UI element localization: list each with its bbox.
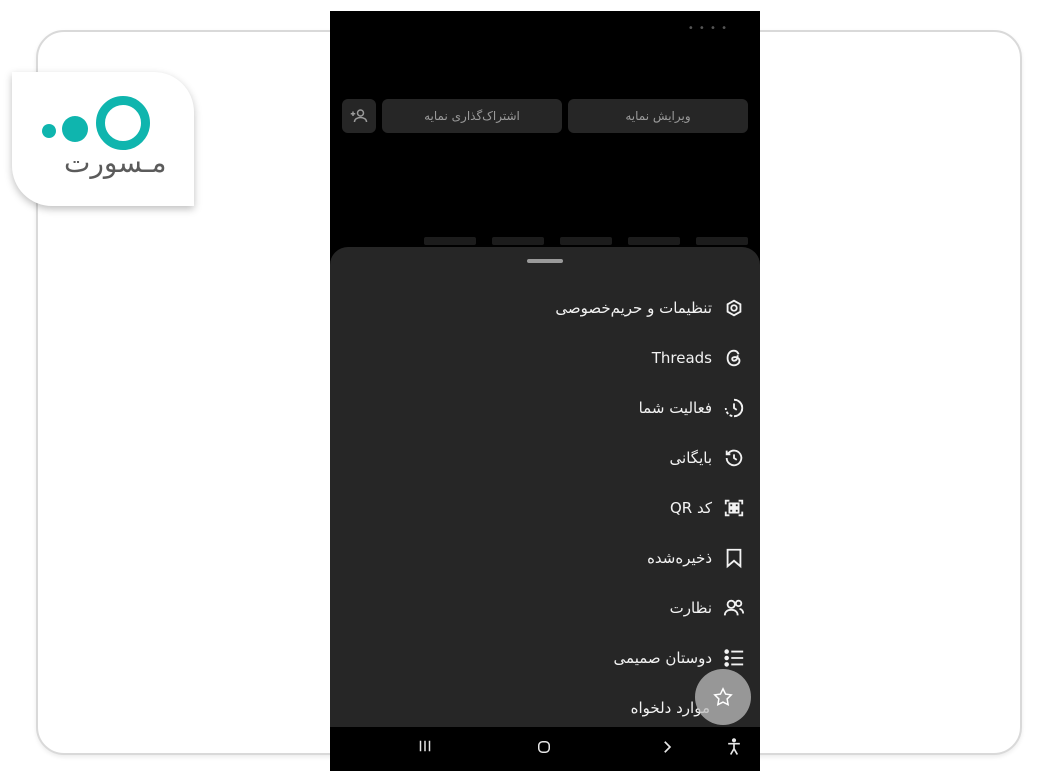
menu-item-label: بایگانی [669,449,712,467]
menu-item-settings[interactable]: تنظیمات و حریم‌خصوصی [555,293,746,323]
menu-item-label: ذخیره‌شده [647,549,712,567]
edit-profile-button[interactable]: ویرایش نمایه [568,99,748,133]
qr-code-icon [722,496,746,520]
supervision-icon [722,596,746,620]
menu-item-threads[interactable]: Threads [652,343,746,373]
menu-item-label: تنظیمات و حریم‌خصوصی [555,299,712,317]
favorites-star-icon [713,687,733,707]
threads-icon [722,346,746,370]
menu-item-supervision[interactable]: نظارت [670,593,746,623]
home-button[interactable] [535,738,553,756]
menu-item-archive[interactable]: بایگانی [670,443,746,473]
favorites-star-button[interactable] [695,669,751,725]
faded-item [424,237,476,245]
sheet-drag-handle[interactable] [527,259,563,263]
close-friends-list-icon [722,646,746,670]
profile-actions: اشتراک‌گذاری نمایه ویرایش نمایه [342,99,748,133]
logo-ring [96,96,150,150]
back-icon [664,741,672,753]
add-person-button[interactable] [342,99,376,133]
logo-dot-medium [62,116,88,142]
recents-icon [419,740,431,752]
brand-logo-card: مـسورت [12,72,194,206]
phone-screen: • • • • اشتراک‌گذاری نمایه ویرایش نمایه [330,11,760,771]
home-icon [538,741,550,753]
faded-item [560,237,612,245]
bookmark-icon [722,546,746,570]
share-profile-button[interactable]: اشتراک‌گذاری نمایه [382,99,562,133]
faded-item [696,237,748,245]
bottom-sheet-menu: تنظیمات و حریم‌خصوصی Threads فعالیت شما … [330,247,760,727]
menu-item-your-activity[interactable]: فعالیت شما [639,393,746,423]
back-button[interactable] [658,738,676,756]
status-indicator: • • • • [687,23,728,34]
accessibility-icon [728,738,740,755]
add-person-icon [350,109,368,123]
menu-item-label: کد QR [669,499,712,517]
logo-wordmark: مـسورت [64,146,169,179]
menu-item-label: Threads [651,349,712,367]
logo-dot-small [42,124,56,138]
menu-item-label: نظارت [669,599,712,617]
android-navigation-bar [330,727,760,771]
faded-item [628,237,680,245]
menu-item-label: دوستان صمیمی [613,649,712,667]
faded-highlights-row [330,233,760,247]
menu-item-label: فعالیت شما [638,399,712,417]
settings-gear-icon [722,296,746,320]
accessibility-button[interactable] [724,737,744,757]
menu-item-qr-code[interactable]: کد QR [670,493,746,523]
archive-icon [722,446,746,470]
screenshot-stage: مـسورت • • • • اشتراک‌گذاری نمایه ویرایش… [0,0,1037,771]
faded-item [492,237,544,245]
recents-button[interactable] [416,737,434,755]
activity-icon [722,396,746,420]
menu-item-saved[interactable]: ذخیره‌شده [647,543,746,573]
